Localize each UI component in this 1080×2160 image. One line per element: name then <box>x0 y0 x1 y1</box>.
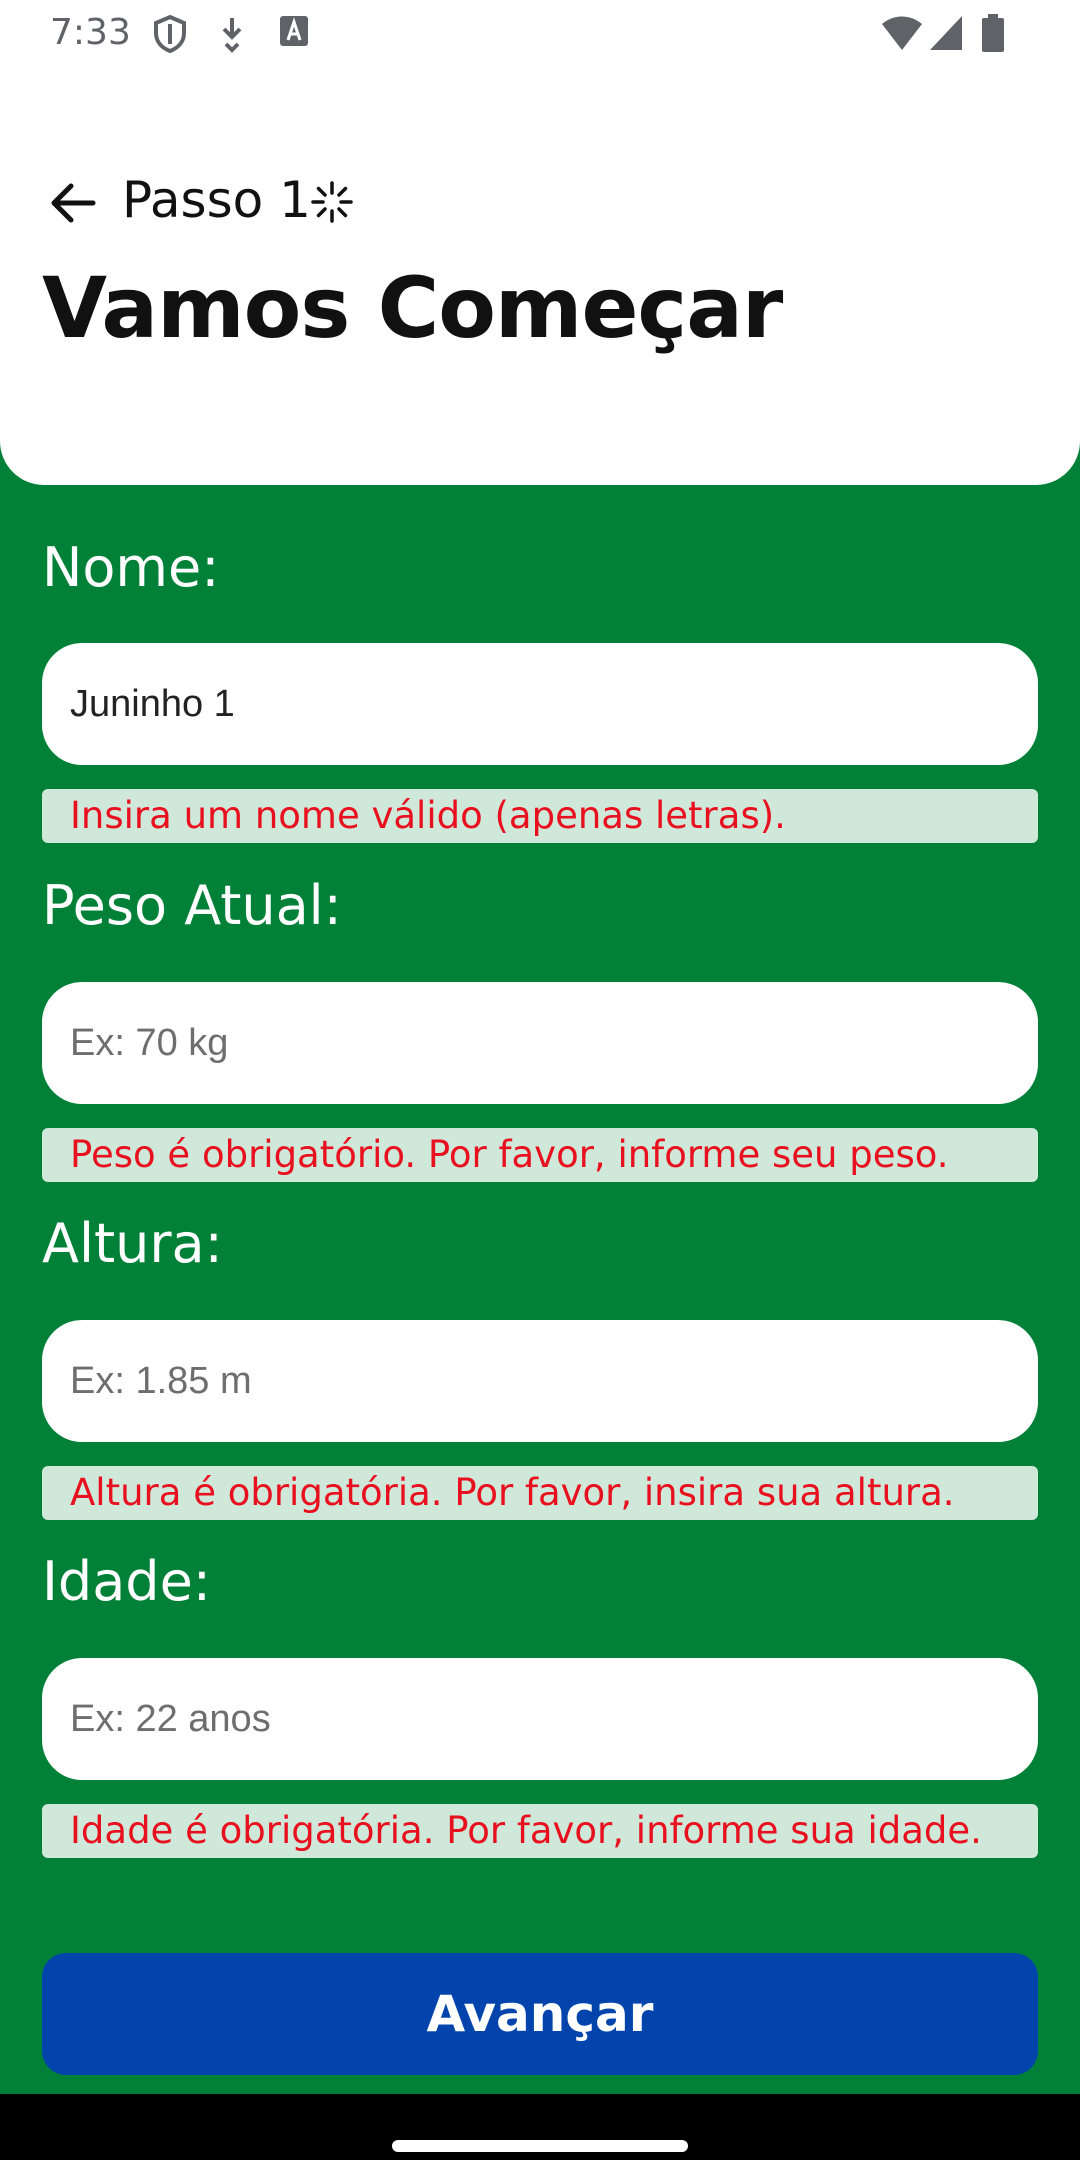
shield-icon <box>152 14 188 59</box>
status-time: 7:33 <box>50 12 131 53</box>
age-label: Idade: <box>42 1550 211 1613</box>
height-label: Altura: <box>42 1212 223 1275</box>
download-icon <box>218 14 246 59</box>
header-panel <box>0 0 1080 485</box>
height-error-message: Altura é obrigatória. Por favor, insira … <box>42 1466 1038 1520</box>
arrow-left-icon <box>51 183 96 223</box>
status-bar: 7:33 <box>0 0 1080 66</box>
advance-button[interactable]: Avançar <box>42 1953 1038 2075</box>
age-input[interactable] <box>42 1658 1038 1780</box>
page-title: Vamos Começar <box>42 259 783 357</box>
home-gesture-handle[interactable] <box>392 2140 688 2152</box>
step-label: Passo 1 <box>122 171 311 229</box>
weight-error-message: Peso é obrigatório. Por favor, informe s… <box>42 1128 1038 1182</box>
weight-label: Peso Atual: <box>42 874 342 937</box>
loading-spinner-icon <box>310 180 354 229</box>
wifi-icon <box>880 14 924 57</box>
weight-input[interactable] <box>42 982 1038 1104</box>
back-button[interactable] <box>40 170 106 236</box>
font-a-icon <box>278 14 310 55</box>
name-label: Nome: <box>42 536 220 599</box>
name-error-message: Insira um nome válido (apenas letras). <box>42 789 1038 843</box>
app-screen: 7:33 Passo 1 Vamos Começar Nome: Juninho… <box>0 0 1080 2160</box>
height-input[interactable] <box>42 1320 1038 1442</box>
signal-icon <box>928 14 964 57</box>
name-input[interactable] <box>42 643 1038 765</box>
age-error-message: Idade é obrigatória. Por favor, informe … <box>42 1804 1038 1858</box>
battery-icon <box>980 14 1006 59</box>
